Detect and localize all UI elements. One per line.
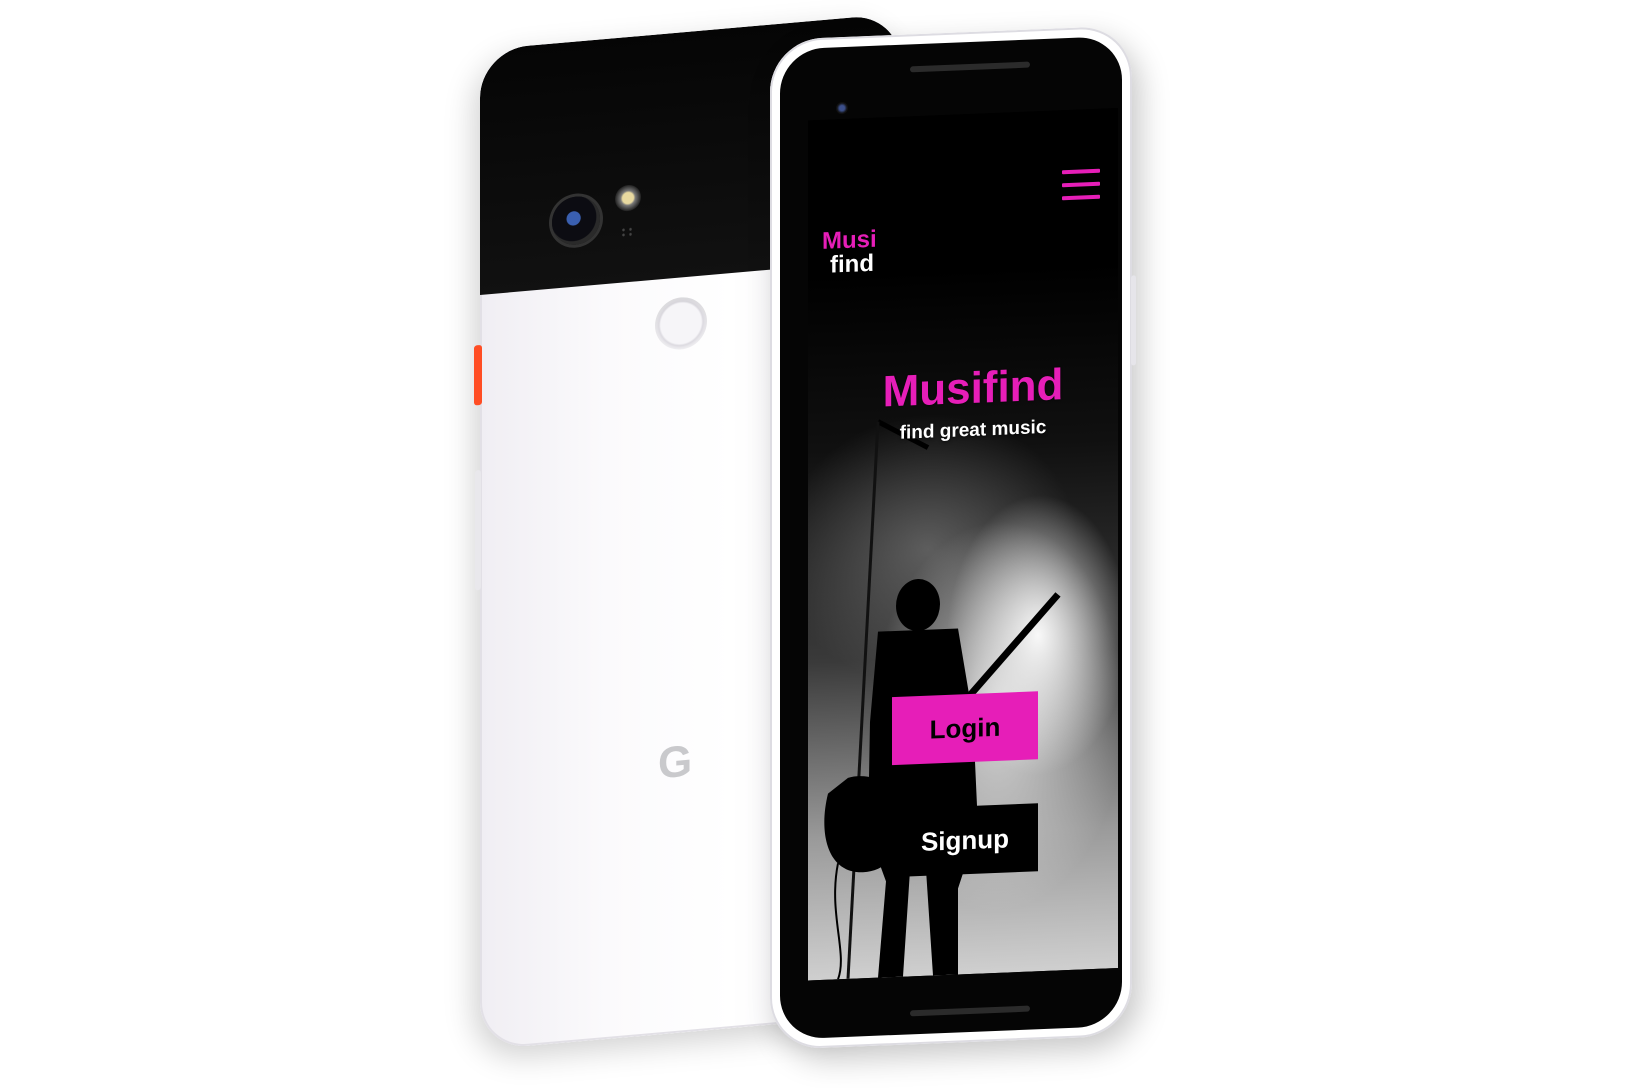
app-screen: Musi find Musifind find great music Logi… (808, 108, 1118, 981)
side-button (1131, 275, 1136, 366)
menu-line (1062, 194, 1100, 201)
microphone-icon (620, 226, 634, 238)
signup-button[interactable]: Signup (892, 803, 1038, 878)
rear-camera-icon (552, 194, 600, 247)
menu-line (1062, 168, 1100, 175)
google-logo: G (658, 736, 693, 789)
phone-bezel: Musi find Musifind find great music Logi… (780, 35, 1122, 1040)
front-camera-icon (836, 101, 848, 115)
menu-line (1062, 181, 1100, 188)
power-button (474, 344, 482, 406)
app-header: Musi find (808, 108, 1118, 279)
hamburger-menu-icon[interactable] (1062, 167, 1100, 203)
phone-front: Musi find Musifind find great music Logi… (770, 25, 1136, 1051)
silhouette-head (896, 579, 940, 632)
volume-button (475, 469, 481, 591)
flash-icon (615, 183, 641, 213)
logo-text-bottom: find (830, 249, 874, 279)
app-logo[interactable]: Musi find (822, 226, 877, 279)
guitar-cable (834, 863, 842, 980)
bottom-speaker (910, 1005, 1030, 1017)
fingerprint-sensor-icon (655, 295, 707, 352)
login-button[interactable]: Login (892, 691, 1038, 766)
earpiece-speaker (910, 61, 1030, 73)
